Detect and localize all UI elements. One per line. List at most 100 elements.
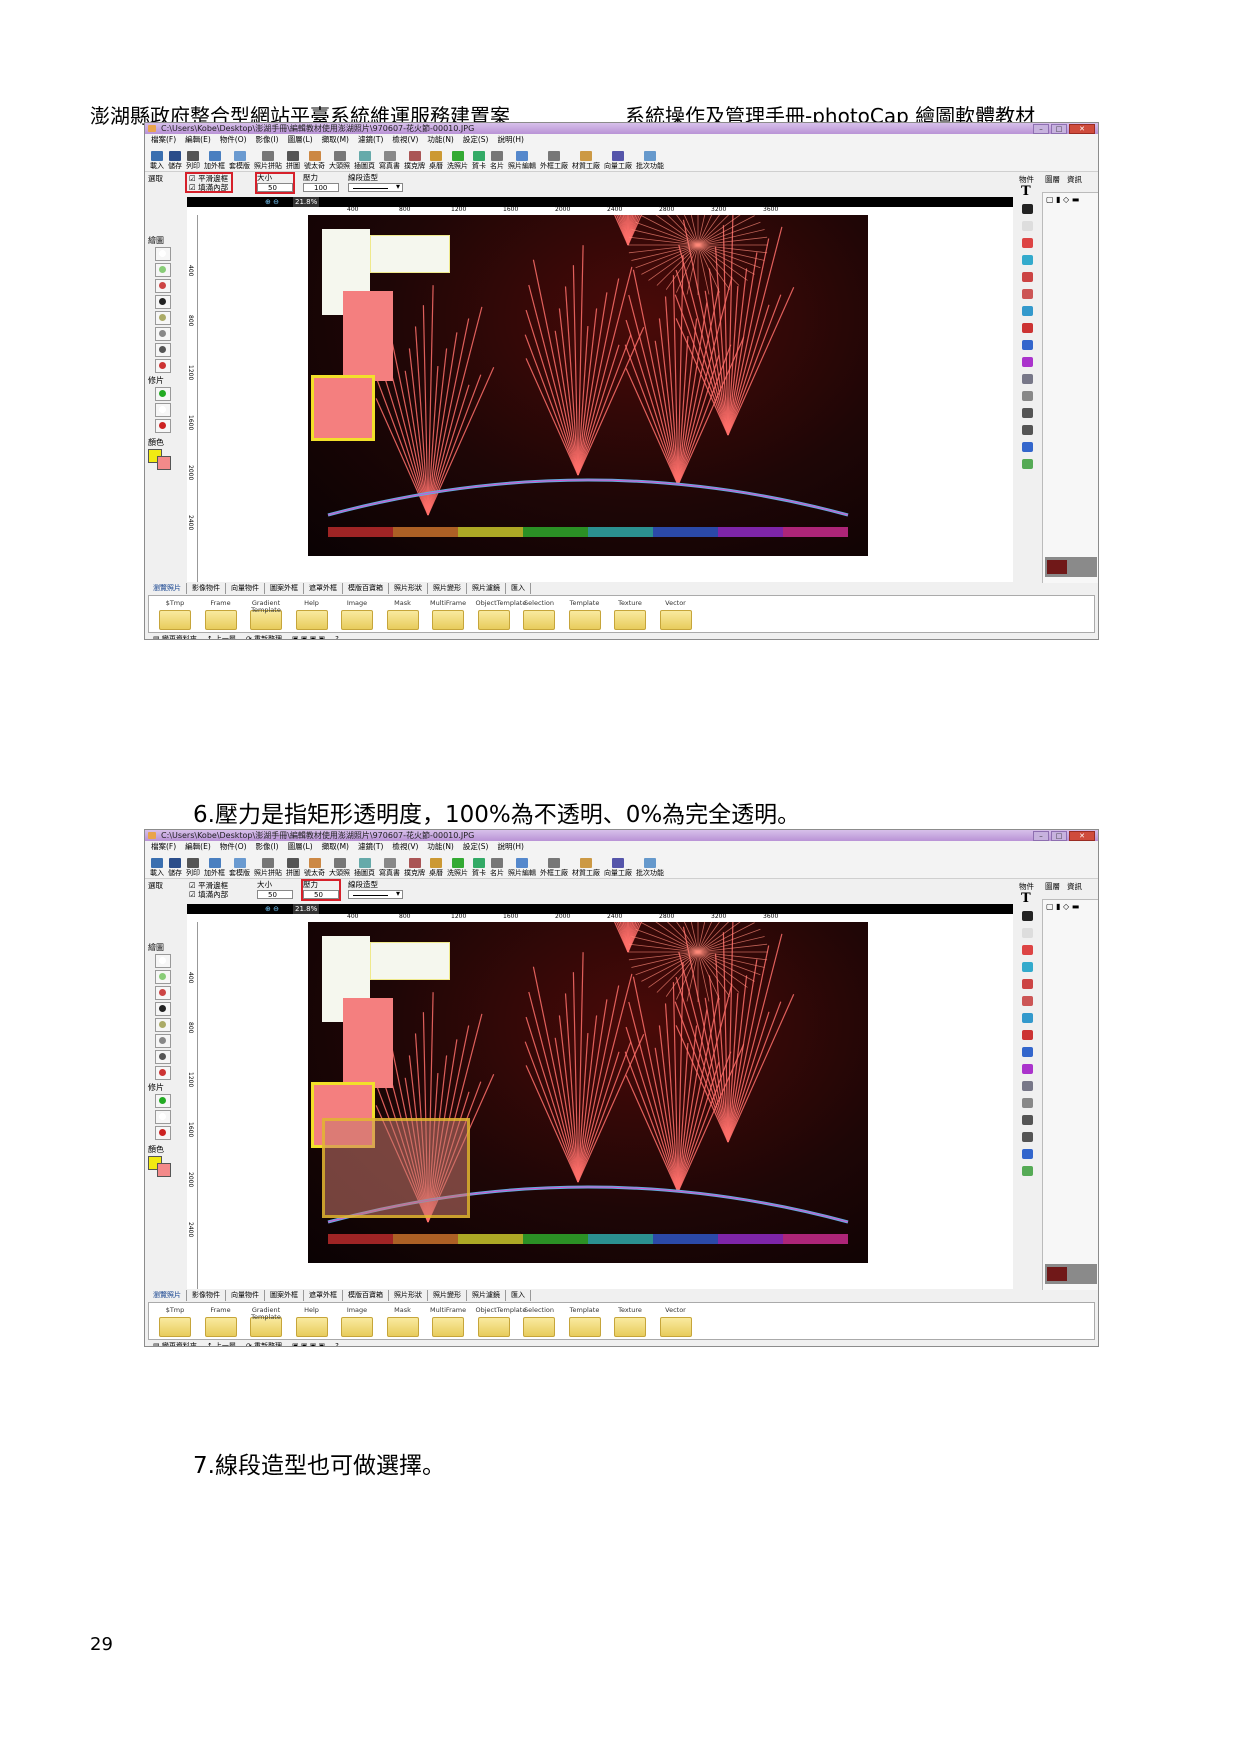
browser-tab[interactable]: 圖案外框 bbox=[265, 1290, 304, 1301]
refresh-button[interactable]: ⟳ 重新整理 bbox=[246, 634, 282, 639]
tool-icon[interactable] bbox=[155, 419, 171, 433]
folder-item[interactable]: Frame bbox=[203, 600, 239, 630]
folder-item[interactable]: Help bbox=[294, 1307, 330, 1337]
folder-item[interactable]: Gradient Template bbox=[248, 1307, 284, 1337]
folder-item[interactable]: Texture bbox=[612, 600, 648, 630]
tool-icon[interactable] bbox=[155, 279, 171, 293]
object-tool-icon[interactable] bbox=[1022, 1132, 1033, 1142]
object-tool-icon[interactable] bbox=[1022, 1030, 1033, 1040]
folder-item[interactable]: Frame bbox=[203, 1307, 239, 1337]
folder-item[interactable]: Template bbox=[567, 600, 603, 630]
maximize-button[interactable]: □ bbox=[1051, 124, 1067, 134]
menu-item[interactable]: 編輯(E) bbox=[185, 841, 220, 852]
object-tool-icon[interactable] bbox=[1022, 911, 1033, 921]
object-tool-icon[interactable] bbox=[1022, 408, 1033, 418]
view-icons[interactable]: ▣ ▣ ▣ ▣ bbox=[292, 1342, 325, 1346]
fill-checkbox[interactable]: ☑ 填滿內部 bbox=[189, 890, 228, 899]
object-tool-icon[interactable] bbox=[1022, 425, 1033, 435]
object-tool-icon[interactable] bbox=[1022, 391, 1033, 401]
object-tool-icon[interactable] bbox=[1022, 221, 1033, 231]
toolbar-button[interactable]: 外框工廠 bbox=[538, 858, 570, 878]
object-tool-icon[interactable] bbox=[1022, 357, 1033, 367]
toolbar-button[interactable]: 拼圖 bbox=[284, 151, 302, 171]
folder-item[interactable]: Vector bbox=[658, 600, 694, 630]
tool-icon[interactable] bbox=[155, 1094, 171, 1108]
toolbar-button[interactable]: 儲存 bbox=[166, 858, 184, 878]
toolbar-button[interactable]: 桌曆 bbox=[427, 151, 445, 171]
object-tool-icon[interactable] bbox=[1022, 979, 1033, 989]
layer-thumbnail[interactable] bbox=[1045, 1264, 1097, 1284]
object-tool-icon[interactable] bbox=[1022, 1047, 1033, 1057]
toolbar-button[interactable]: 向量工廠 bbox=[602, 858, 634, 878]
toolbar-button[interactable]: 號太奇 bbox=[302, 858, 327, 878]
close-button[interactable]: ✕ bbox=[1069, 124, 1095, 134]
smooth-checkbox[interactable]: ☑ 平滑邊框 bbox=[189, 881, 228, 890]
menu-item[interactable]: 編輯(E) bbox=[185, 134, 220, 145]
tool-icon[interactable] bbox=[155, 247, 171, 261]
object-tool-icon[interactable] bbox=[1022, 945, 1033, 955]
tool-icon[interactable] bbox=[155, 1110, 171, 1124]
zoom-icons[interactable]: ⊕ ⊖ bbox=[265, 197, 279, 207]
toolbar-button[interactable]: 插圖頁 bbox=[352, 151, 377, 171]
help-button[interactable]: ? bbox=[335, 635, 339, 639]
salmon-rect-yellow-border[interactable] bbox=[311, 375, 375, 441]
browser-tab[interactable]: 模版百寶箱 bbox=[343, 1290, 389, 1301]
tool-icon[interactable] bbox=[155, 295, 171, 309]
text-tool-icon[interactable]: T bbox=[1021, 184, 1031, 199]
browser-tab[interactable]: 匯入 bbox=[506, 1290, 531, 1301]
tool-icon[interactable] bbox=[155, 263, 171, 277]
tool-icon[interactable] bbox=[155, 403, 171, 417]
object-tool-icon[interactable] bbox=[1022, 323, 1033, 333]
toolbar-button[interactable]: 材質工廠 bbox=[570, 151, 602, 171]
toolbar-button[interactable]: 列印 bbox=[184, 151, 202, 171]
tool-icon[interactable] bbox=[155, 1002, 171, 1016]
change-folder-button[interactable]: ▤ 變更資料夾 bbox=[153, 634, 197, 639]
browser-tab[interactable]: 瀏覽照片 bbox=[148, 1290, 187, 1301]
tool-icon[interactable] bbox=[155, 343, 171, 357]
tool-icon[interactable] bbox=[155, 1034, 171, 1048]
up-level-button[interactable]: ↑ 上一層 bbox=[207, 1341, 236, 1346]
menu-item[interactable]: 功能(N) bbox=[427, 841, 462, 852]
layer-thumbnail[interactable] bbox=[1045, 557, 1097, 577]
tab-layers[interactable]: 圖層 bbox=[1045, 174, 1060, 185]
object-tool-icon[interactable] bbox=[1022, 1115, 1033, 1125]
toolbar-button[interactable]: 照片編輯 bbox=[506, 151, 538, 171]
layer-tool-icons[interactable]: ▢ ▮ ◇ ▬ bbox=[1046, 902, 1079, 911]
tab-info[interactable]: 資訊 bbox=[1067, 174, 1082, 185]
object-tool-icon[interactable] bbox=[1022, 272, 1033, 282]
tool-icon[interactable] bbox=[155, 387, 171, 401]
toolbar-button[interactable]: 名片 bbox=[488, 858, 506, 878]
size-spinner[interactable]: 50 bbox=[257, 890, 293, 899]
toolbar-button[interactable]: 寫真書 bbox=[377, 151, 402, 171]
object-tool-icon[interactable] bbox=[1022, 340, 1033, 350]
object-tool-icon[interactable] bbox=[1022, 459, 1033, 469]
toolbar-button[interactable]: 桌曆 bbox=[427, 858, 445, 878]
toolbar-button[interactable]: 賀卡 bbox=[470, 151, 488, 171]
menu-item[interactable]: 濾鏡(T) bbox=[358, 134, 392, 145]
toolbar-button[interactable]: 賀卡 bbox=[470, 858, 488, 878]
tool-icon[interactable] bbox=[155, 986, 171, 1000]
browser-tab[interactable]: 匯入 bbox=[506, 583, 531, 594]
folder-item[interactable]: Selection bbox=[521, 1307, 557, 1337]
menu-item[interactable]: 檔案(F) bbox=[151, 134, 185, 145]
toolbar-button[interactable]: 載入 bbox=[148, 151, 166, 171]
folder-item[interactable]: Mask bbox=[385, 600, 421, 630]
toolbar-button[interactable]: 列印 bbox=[184, 858, 202, 878]
canvas-area[interactable] bbox=[198, 215, 1013, 582]
menu-item[interactable]: 擷取(M) bbox=[322, 841, 358, 852]
folder-item[interactable]: Template bbox=[567, 1307, 603, 1337]
folder-item[interactable]: MultiFrame bbox=[430, 600, 466, 630]
view-icons[interactable]: ▣ ▣ ▣ ▣ bbox=[292, 635, 325, 639]
object-tool-icon[interactable] bbox=[1022, 1013, 1033, 1023]
line-style-dropdown[interactable] bbox=[348, 182, 403, 192]
toolbar-button[interactable]: 批次功能 bbox=[634, 151, 666, 171]
canvas-area[interactable] bbox=[198, 922, 1013, 1289]
tool-icon[interactable] bbox=[155, 1018, 171, 1032]
tab-layers[interactable]: 圖層 bbox=[1045, 881, 1060, 892]
object-tool-icon[interactable] bbox=[1022, 306, 1033, 316]
close-button[interactable]: ✕ bbox=[1069, 831, 1095, 841]
tool-icon[interactable] bbox=[155, 1126, 171, 1140]
translucent-rect[interactable] bbox=[322, 1118, 470, 1218]
object-tool-icon[interactable] bbox=[1022, 204, 1033, 214]
refresh-button[interactable]: ⟳ 重新整理 bbox=[246, 1341, 282, 1346]
